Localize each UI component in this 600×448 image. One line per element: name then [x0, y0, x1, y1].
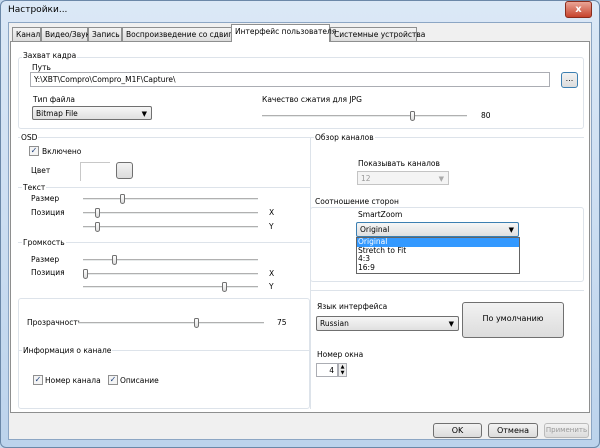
- volume-group-label: Громкость: [22, 238, 66, 247]
- tab-user-interface[interactable]: Интерфейс пользователя: [231, 24, 336, 42]
- chevron-down-icon: ▼: [438, 175, 444, 183]
- slider-thumb[interactable]: [193, 318, 199, 328]
- tab-channel[interactable]: Канал: [12, 27, 41, 41]
- volume-y-label: Y: [268, 282, 275, 291]
- volume-size-slider[interactable]: [83, 255, 258, 265]
- aspect-dropdown-list: Original Stretch to Fit 4:3 16:9: [356, 237, 520, 274]
- text-y-slider[interactable]: [83, 222, 258, 232]
- channel-number-label: Номер канала: [44, 376, 102, 385]
- transparency-value: 75: [276, 318, 288, 327]
- slider-thumb[interactable]: [94, 208, 100, 218]
- slider-thumb[interactable]: [83, 269, 88, 279]
- text-position-label: Позиция: [30, 208, 66, 217]
- window-number-input[interactable]: 4: [316, 363, 338, 377]
- aspect-option[interactable]: 4:3: [357, 254, 519, 264]
- show-channels-label: Показывать каналов: [357, 159, 441, 168]
- text-x-slider[interactable]: [83, 208, 258, 218]
- divider: [18, 137, 310, 138]
- slider-thumb[interactable]: [111, 255, 117, 265]
- divider: [18, 187, 310, 188]
- slider-thumb[interactable]: [120, 194, 126, 204]
- close-button[interactable]: x: [565, 1, 592, 18]
- color-label: Цвет: [30, 166, 52, 175]
- divider: [310, 290, 584, 291]
- slider-thumb[interactable]: [94, 222, 100, 232]
- filetype-value: Bitmap File: [36, 109, 78, 118]
- text-y-label: Y: [268, 222, 275, 231]
- aspect-group-label: Соотношение сторон: [314, 197, 400, 206]
- filetype-label: Тип файла: [32, 95, 77, 104]
- volume-x-label: X: [268, 269, 276, 278]
- path-input[interactable]: Y:\XBT\Compro\Compro_M1F\Capture\: [30, 72, 550, 87]
- transparency-label: Прозрачность: [26, 318, 84, 327]
- color-picker-button[interactable]: [116, 162, 133, 179]
- path-label: Путь: [31, 63, 52, 72]
- chevron-down-icon: ▼: [141, 110, 147, 118]
- slider-thumb[interactable]: [410, 111, 415, 121]
- volume-x-slider[interactable]: [83, 269, 258, 279]
- color-swatch: [80, 162, 110, 181]
- aspect-value: Original: [360, 225, 390, 234]
- language-select[interactable]: Russian ▼: [316, 316, 459, 331]
- capture-group-label: Захват кадра: [22, 51, 78, 60]
- window-number-label: Номер окна: [316, 350, 365, 359]
- arrow-down-icon[interactable]: ▼: [339, 370, 346, 376]
- smartzoom-label: SmartZoom: [357, 210, 404, 219]
- channel-info-group-label: Информация о канале: [22, 346, 113, 355]
- filetype-select[interactable]: Bitmap File ▼: [32, 106, 152, 120]
- osd-enabled-label: Включено: [41, 147, 83, 156]
- tab-timeshift[interactable]: Воспроизведение со сдвигом: [122, 27, 242, 41]
- language-label: Язык интерфейса: [316, 302, 389, 311]
- jpg-quality-value: 80: [480, 111, 492, 120]
- ok-button[interactable]: OK: [433, 423, 482, 438]
- show-channels-select[interactable]: 12 ▼: [357, 171, 449, 185]
- window-number-spinner[interactable]: ▲ ▼: [338, 363, 347, 377]
- osd-enabled-checkbox[interactable]: ✓: [29, 146, 39, 156]
- cancel-button[interactable]: Отмена: [488, 423, 538, 438]
- default-button[interactable]: По умолчанию: [462, 302, 564, 338]
- volume-position-label: Позиция: [30, 268, 66, 277]
- language-value: Russian: [320, 319, 349, 328]
- transparency-slider[interactable]: [78, 318, 264, 328]
- description-checkbox[interactable]: ✓: [108, 375, 118, 385]
- channel-review-group-label: Обзор каналов: [314, 133, 375, 142]
- text-size-slider[interactable]: [83, 194, 258, 204]
- chevron-down-icon: ▼: [448, 320, 454, 328]
- slider-thumb[interactable]: [222, 282, 228, 292]
- jpg-quality-label: Качество сжатия для JPG: [261, 95, 363, 104]
- osd-group-label: OSD: [20, 133, 39, 142]
- tab-record[interactable]: Запись: [88, 27, 122, 41]
- text-size-label: Размер: [30, 194, 61, 203]
- jpg-quality-slider[interactable]: [262, 111, 467, 121]
- channel-number-checkbox[interactable]: ✓: [33, 375, 43, 385]
- volume-size-label: Размер: [30, 255, 61, 264]
- text-group-label: Текст: [22, 183, 47, 192]
- apply-button[interactable]: Применить: [544, 423, 589, 438]
- aspect-select[interactable]: Original ▼: [356, 222, 519, 237]
- aspect-option[interactable]: 16:9: [357, 263, 519, 273]
- chevron-down-icon: ▼: [508, 226, 514, 234]
- text-x-label: X: [268, 208, 276, 217]
- volume-y-slider[interactable]: [83, 282, 258, 292]
- tab-video-audio[interactable]: Видео/Звук: [41, 27, 90, 41]
- browse-button[interactable]: ...: [561, 72, 578, 88]
- window-title: Настройки...: [8, 5, 68, 15]
- aspect-option[interactable]: Stretch to Fit: [357, 246, 519, 256]
- tab-system-devices[interactable]: Системные устройства: [330, 27, 425, 41]
- show-channels-value: 12: [361, 174, 371, 183]
- description-label: Описание: [119, 376, 160, 385]
